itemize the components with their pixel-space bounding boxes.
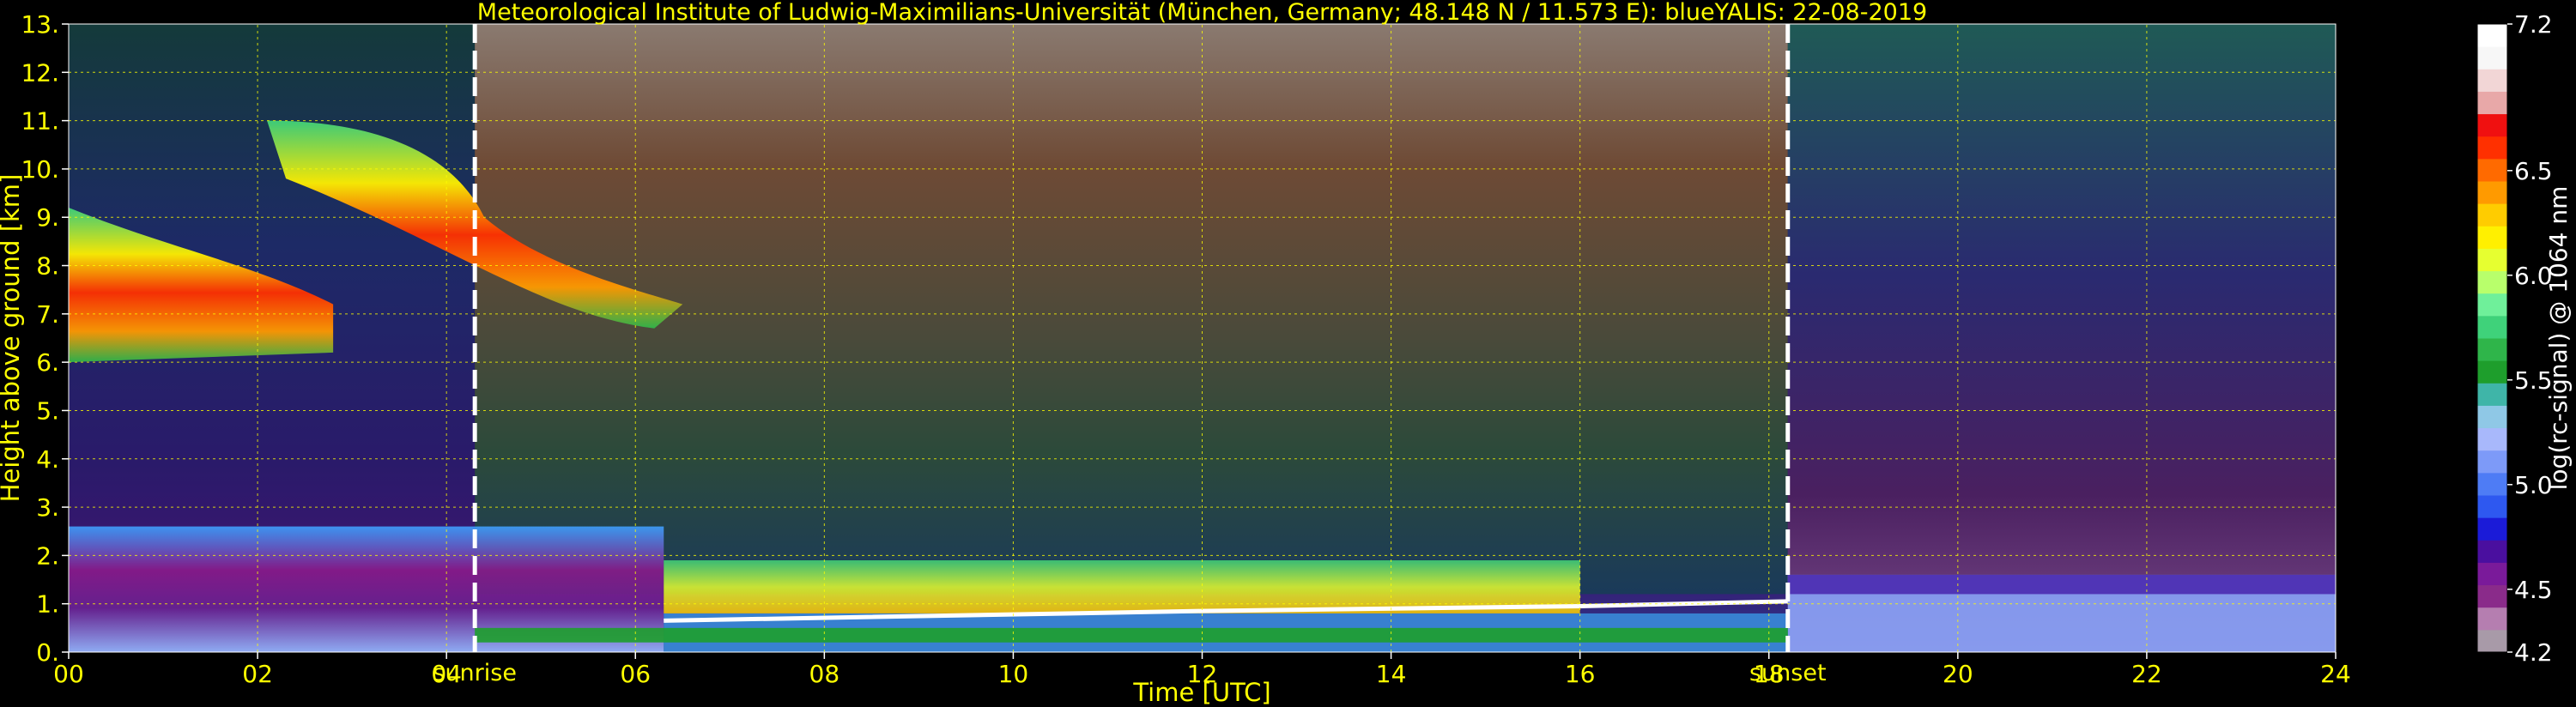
x-tick-label: 18 (1754, 660, 1785, 688)
colorbar-swatch (2477, 248, 2507, 272)
colorbar-swatch (2477, 405, 2507, 429)
near-surface-green-band (475, 627, 1788, 643)
chart-title: Meteorological Institute of Ludwig-Maxim… (477, 0, 1927, 26)
colorbar-label: log(rc-signal) @ 1064 nm (2544, 186, 2573, 491)
colorbar-swatch (2477, 113, 2507, 137)
y-tick-label: 8. (36, 252, 59, 281)
x-tick-label: 14 (1376, 660, 1407, 688)
y-tick-label: 6. (36, 348, 59, 377)
colorbar-swatch (2477, 270, 2507, 294)
plot-area: sunrise sunset (68, 23, 2337, 686)
x-tick-label: 04 (431, 660, 462, 688)
y-tick-label: 2. (36, 541, 59, 570)
x-tick-label: 22 (2131, 660, 2162, 688)
colorbar-swatch (2477, 495, 2507, 518)
x-tick-label: 10 (998, 660, 1029, 688)
x-tick-label: 20 (1943, 660, 1973, 688)
colorbar-swatch (2477, 629, 2507, 653)
colorbar-swatch (2477, 517, 2507, 541)
colorbar-swatch (2477, 293, 2507, 317)
y-tick-labels: 0. 1. 2. 3. 4. 5. 6. 7. 8. 9. 10. 11. 12. 13. (21, 10, 69, 667)
colorbar-swatch (2477, 203, 2507, 227)
y-tick-label: 7. (36, 300, 59, 329)
x-tick-label: 24 (2320, 660, 2351, 688)
x-tick-label: 06 (620, 660, 651, 688)
colorbar-swatch (2477, 136, 2507, 160)
daytime-aerosol-layer (664, 560, 1580, 613)
y-tick-label: 9. (36, 203, 59, 232)
colorbar (2476, 23, 2508, 653)
y-axis-label: Height above ground [km] (0, 174, 25, 503)
colorbar-swatch (2477, 158, 2507, 182)
y-tick-label: 1. (36, 590, 59, 619)
colorbar-swatch (2477, 315, 2507, 339)
colorbar-swatch (2477, 338, 2507, 361)
evening-region (1787, 24, 2336, 652)
colorbar-swatch (2477, 607, 2507, 631)
colorbar-tick-label: 7.2 (2514, 10, 2553, 39)
y-tick-label: 0. (36, 638, 59, 667)
colorbar-swatch (2477, 46, 2507, 69)
colorbar-tick-label: 4.5 (2514, 576, 2553, 604)
y-tick-label: 3. (36, 493, 59, 522)
colorbar-swatch (2477, 584, 2507, 608)
lidar-chart: sunrise sunset 00 02 04 06 08 10 12 14 16 18 20 22 24… (0, 0, 2573, 707)
colorbar-swatch (2477, 226, 2507, 249)
y-tick-label: 5. (36, 396, 59, 425)
colorbar-swatch (2477, 360, 2507, 384)
y-tick-label: 13. (21, 10, 59, 39)
colorbar-swatch (2477, 91, 2507, 115)
y-tick-label: 10. (21, 155, 59, 184)
y-tick-label: 12. (21, 58, 59, 87)
colorbar-swatch (2477, 69, 2507, 92)
colorbar-swatch (2477, 472, 2507, 496)
colorbar-swatch (2477, 562, 2507, 586)
colorbar-swatch (2477, 427, 2507, 451)
colorbar-tick-label: 4.2 (2514, 638, 2553, 667)
colorbar-swatch (2477, 540, 2507, 563)
colorbar-swatch (2477, 383, 2507, 406)
x-axis-label: Time [UTC] (1132, 678, 1270, 707)
residual-layer-evening (1787, 574, 2336, 595)
colorbar-swatch (2477, 450, 2507, 474)
colorbar-swatch (2477, 181, 2507, 204)
x-tick-label: 08 (809, 660, 840, 688)
colorbar-swatch (2477, 24, 2507, 47)
y-tick-label: 11. (21, 107, 59, 136)
colorbar-tick-label: 6.5 (2514, 157, 2553, 185)
y-tick-label: 4. (36, 445, 59, 474)
x-tick-label: 16 (1565, 660, 1596, 688)
x-tick-label: 02 (242, 660, 273, 688)
